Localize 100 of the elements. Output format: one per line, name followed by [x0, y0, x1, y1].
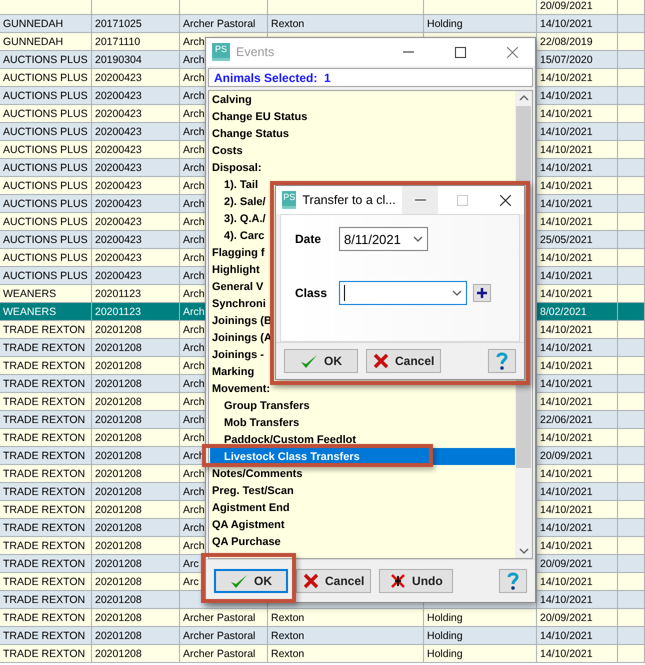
table-cell: 14/10/2021	[540, 324, 593, 336]
table-cell: 20/09/2021	[540, 450, 593, 462]
field-label: Class	[295, 286, 328, 300]
table-cell: 20201208	[95, 324, 142, 336]
table-cell: TRADE REXTON	[3, 342, 86, 354]
table-cell: Arch	[183, 306, 205, 318]
table-cell: Arch	[183, 126, 205, 138]
table-cell: Arch	[183, 90, 205, 102]
table-cell: TRADE REXTON	[3, 414, 86, 426]
table-cell: 20/09/2021	[540, 612, 593, 624]
table-cell: 20201208	[95, 594, 142, 606]
table-cell: 14/10/2021	[540, 504, 593, 516]
app-logo: PS	[212, 43, 230, 61]
table-cell: 20201208	[95, 342, 142, 354]
table-cell: TRADE REXTON	[3, 396, 86, 408]
table-cell: Arch	[183, 234, 205, 246]
table-cell: AUCTIONS PLUS	[3, 270, 88, 282]
table-cell: Archer Pastoral	[183, 648, 256, 660]
table-cell: Holding	[427, 648, 463, 660]
table-cell: 20/09/2021	[540, 558, 593, 570]
table-cell: 14/10/2021	[540, 216, 593, 228]
table-cell: WEANERS	[3, 306, 56, 318]
table-cell: 15/07/2020	[540, 54, 593, 66]
table-cell: AUCTIONS PLUS	[3, 144, 88, 156]
table-cell: Arch	[183, 108, 205, 120]
table-cell: Rexton	[271, 612, 304, 624]
table-cell: Arch	[183, 522, 205, 534]
table-cell: 20201208	[95, 486, 142, 498]
table-cell: AUCTIONS PLUS	[3, 180, 88, 192]
table-cell: 22/06/2021	[540, 414, 593, 426]
table-cell: 14/10/2021	[540, 522, 593, 534]
table-cell: 20171110	[95, 36, 140, 48]
table-cell: 20201208	[95, 612, 142, 624]
table-cell: Arch	[183, 180, 205, 192]
table-cell: 14/10/2021	[540, 144, 593, 156]
table-cell: TRADE REXTON	[3, 648, 86, 660]
table-cell: 14/10/2021	[540, 540, 593, 552]
table-cell: 20200423	[95, 198, 142, 210]
table-cell: 14/10/2021	[540, 468, 593, 480]
table-cell: Archer Pastoral	[183, 630, 256, 642]
table-cell: TRADE REXTON	[3, 468, 86, 480]
table-cell: 14/10/2021	[540, 396, 593, 408]
table-cell: Arch	[183, 216, 205, 228]
table-cell: Arch	[183, 270, 205, 282]
table-cell: 20200423	[95, 216, 142, 228]
table-cell: Archer Pastoral	[183, 18, 256, 30]
table-cell: AUCTIONS PLUS	[3, 234, 88, 246]
table-cell: 14/10/2021	[540, 252, 593, 264]
table-cell: 14/10/2021	[540, 576, 593, 588]
table-cell: 20201208	[95, 468, 142, 480]
field-label: Date	[295, 232, 322, 246]
table-cell: 20201208	[95, 360, 142, 372]
table-cell: 20200423	[95, 234, 142, 246]
animals-selected-label: Animals Selected: 1	[214, 70, 331, 84]
table-cell: Arc	[183, 576, 199, 588]
table-cell: Arch	[183, 162, 205, 174]
table-cell: Arch	[183, 324, 205, 336]
table-cell: Arch	[183, 360, 205, 372]
table-cell: Arch	[183, 468, 205, 480]
table-cell: Holding	[427, 18, 463, 30]
table-cell: 14/10/2021	[540, 486, 593, 498]
table-cell: TRADE REXTON	[3, 522, 86, 534]
table-cell: Rexton	[271, 630, 304, 642]
table-cell: AUCTIONS PLUS	[3, 90, 88, 102]
table-cell: 20200423	[95, 126, 142, 138]
table-cell: 8/02/2021	[540, 306, 587, 318]
window-title: Transfer to a cl...	[302, 193, 396, 207]
table-cell: 14/10/2021	[540, 432, 593, 444]
table-cell: TRADE REXTON	[3, 432, 86, 444]
table-cell: AUCTIONS PLUS	[3, 198, 88, 210]
table-cell: TRADE REXTON	[3, 360, 86, 372]
table-cell: AUCTIONS PLUS	[3, 162, 88, 174]
table-cell: 14/10/2021	[540, 270, 593, 282]
table-cell: Holding	[427, 630, 463, 642]
table-cell: AUCTIONS PLUS	[3, 54, 88, 66]
table-cell: Arch	[183, 432, 205, 444]
table-cell: Rexton	[271, 18, 304, 30]
table-cell: 20201123	[95, 306, 141, 318]
table-cell: Holding	[427, 612, 463, 624]
table-cell: 20201208	[95, 414, 142, 426]
table-cell: 20201208	[95, 522, 142, 534]
table-cell: 20201208	[95, 540, 142, 552]
table-cell: Arch	[183, 414, 205, 426]
table-cell: TRADE REXTON	[3, 504, 86, 516]
table-cell: TRADE REXTON	[3, 612, 86, 624]
table-cell: AUCTIONS PLUS	[3, 72, 88, 84]
table-cell: Archer Pastoral	[183, 612, 256, 624]
table-cell: Arc	[183, 558, 199, 570]
table-cell: GUNNEDAH	[3, 18, 64, 30]
table-cell: 20200423	[95, 180, 142, 192]
table-cell: Arch	[183, 288, 205, 300]
table-cell: Arch	[183, 486, 205, 498]
table-cell: 14/10/2021	[540, 108, 593, 120]
table-cell: 20201208	[95, 378, 142, 390]
table-cell: 20200423	[95, 144, 142, 156]
table-cell: 14/10/2021	[540, 378, 593, 390]
table-cell: 14/10/2021	[540, 162, 593, 174]
app-logo: PS	[282, 191, 296, 209]
table-cell: 20201208	[95, 630, 142, 642]
table-cell: Rexton	[271, 648, 304, 660]
